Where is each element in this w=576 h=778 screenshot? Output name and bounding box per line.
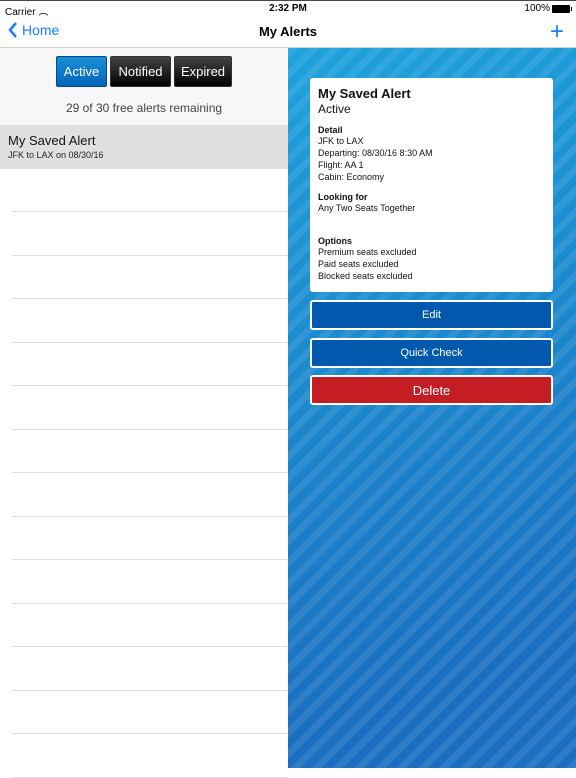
battery-status: 100% xyxy=(524,3,572,14)
tab-expired[interactable]: Expired xyxy=(174,56,232,87)
detail-line: Cabin: Economy xyxy=(318,172,385,182)
empty-row xyxy=(12,473,288,517)
empty-row xyxy=(12,430,288,473)
quick-check-button[interactable]: Quick Check xyxy=(310,338,553,368)
clock: 2:32 PM xyxy=(269,3,307,14)
tab-notified[interactable]: Notified xyxy=(110,56,171,87)
alert-subtitle: JFK to LAX on 08/30/16 xyxy=(8,150,104,160)
empty-row xyxy=(12,734,288,778)
alerts-list-pane: Active Notified Expired 29 of 30 free al… xyxy=(0,48,288,778)
edit-button[interactable]: Edit xyxy=(310,300,553,330)
option-line: Blocked seats excluded xyxy=(318,271,413,281)
empty-row xyxy=(12,169,288,212)
empty-row xyxy=(12,386,288,430)
empty-row xyxy=(12,691,288,734)
battery-percent: 100% xyxy=(524,3,550,14)
looking-for-value: Any Two Seats Together xyxy=(318,203,416,213)
empty-row xyxy=(12,299,288,343)
empty-row xyxy=(12,517,288,560)
empty-row xyxy=(12,647,288,691)
filter-segmented-control: Active Notified Expired xyxy=(0,48,288,87)
detail-title: My Saved Alert xyxy=(318,86,411,101)
empty-row xyxy=(12,604,288,647)
looking-for-label: Looking for xyxy=(318,192,368,202)
navigation-bar: Home My Alerts + xyxy=(0,16,576,48)
alert-detail-card: My Saved Alert Active Detail JFK to LAX … xyxy=(310,78,553,292)
alert-detail-pane: My Saved Alert Active Detail JFK to LAX … xyxy=(288,48,576,768)
options-label: Options xyxy=(318,236,352,246)
delete-button[interactable]: Delete xyxy=(310,375,553,405)
list-item[interactable]: My Saved Alert JFK to LAX on 08/30/16 xyxy=(0,125,288,169)
add-alert-button[interactable]: + xyxy=(550,18,564,46)
empty-row xyxy=(12,256,288,299)
battery-icon xyxy=(552,4,572,13)
empty-row xyxy=(12,343,288,386)
detail-section-label: Detail xyxy=(318,125,343,135)
detail-line: Departing: 08/30/16 8:30 AM xyxy=(318,148,433,158)
plus-icon: + xyxy=(549,18,564,45)
page-title: My Alerts xyxy=(258,24,318,39)
option-line: Paid seats excluded xyxy=(318,259,399,269)
status-bar: Carrier ︵ 2:32 PM 100% xyxy=(0,0,576,18)
empty-row xyxy=(12,560,288,604)
detail-line: JFK to LAX xyxy=(318,136,364,146)
alert-title: My Saved Alert xyxy=(8,133,96,148)
detail-line: Flight: AA 1 xyxy=(318,160,364,170)
option-line: Premium seats excluded xyxy=(318,247,417,257)
tab-active[interactable]: Active xyxy=(56,56,107,87)
detail-status: Active xyxy=(318,102,351,116)
empty-row xyxy=(12,212,288,256)
alerts-remaining-text: 29 of 30 free alerts remaining xyxy=(65,101,223,115)
